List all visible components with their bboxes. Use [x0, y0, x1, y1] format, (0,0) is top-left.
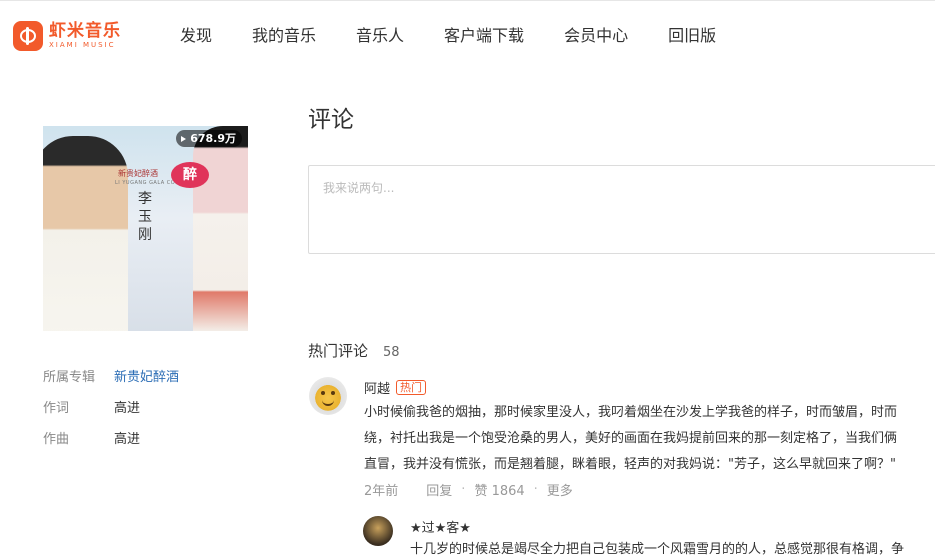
comment-line: 十几岁的时候总是竭尽全力把自己包装成一个风霜雪月的的人，总感觉那很有格调，争 — [410, 542, 905, 557]
main-nav: 发现 我的音乐 音乐人 客户端下载 会员中心 回旧版 — [180, 25, 756, 47]
hot-comments-header: 热门评论 58 — [308, 340, 400, 361]
meta-album-row: 所属专辑 新贵妃醉酒 — [43, 360, 179, 391]
meta-lyricist-label: 作词 — [43, 401, 70, 416]
meta-composer-label: 作曲 — [43, 432, 70, 447]
comment-user: 阿越 热门 — [364, 378, 427, 397]
comment-input-box — [308, 165, 935, 254]
comment-input[interactable] — [309, 166, 935, 253]
cover-artist: 李玉刚 — [138, 191, 152, 243]
comment-time: 2年前 — [364, 484, 399, 499]
meta-album-link[interactable]: 新贵妃醉酒 — [114, 366, 179, 385]
song-meta: 所属专辑 新贵妃醉酒 作词 高进 作曲 高进 — [43, 360, 179, 453]
play-count-badge: 678.9万 — [176, 130, 242, 147]
more-button[interactable]: 更多 — [547, 480, 573, 499]
avatar[interactable] — [309, 377, 347, 415]
comment-line: 绕，衬托出我是一个饱受沧桑的男人，美好的画面在我妈提前回来的那一刻定格了，当我们… — [364, 431, 898, 446]
xiami-logo[interactable]: 虾米音乐 XIAMI MUSIC — [13, 21, 121, 51]
meta-album-label: 所属专辑 — [43, 370, 96, 385]
cover-figure-left — [43, 136, 128, 331]
cover-badge: 醉 — [171, 162, 209, 188]
reply-button[interactable]: 回复 — [426, 480, 452, 499]
comment-username[interactable]: ★过★客★ — [410, 517, 471, 536]
comment-body: 小时候偷我爸的烟抽，那时候家里没人，我叼着烟坐在沙发上学我爸的样子，时而皱眉，时… — [364, 400, 935, 478]
meta-lyricist-row: 作词 高进 — [43, 391, 179, 422]
logo-name: 虾米音乐 — [49, 21, 121, 41]
nav-my-music[interactable]: 我的音乐 — [252, 25, 316, 47]
hot-comments-title: 热门评论 — [308, 342, 369, 360]
like-button[interactable]: 赞 1864 — [474, 480, 524, 499]
meta-composer-row: 作曲 高进 — [43, 422, 179, 453]
hot-badge: 热门 — [396, 380, 427, 395]
nav-discover[interactable]: 发现 — [180, 25, 212, 47]
nav-vip-center[interactable]: 会员中心 — [564, 25, 628, 47]
album-cover[interactable]: 新贵妃醉酒 LI YUGANG GALA CONCERT 醉 李玉刚 678.9… — [43, 126, 248, 331]
xiami-logo-icon — [13, 21, 43, 51]
cover-figure-right — [193, 126, 248, 331]
comment-username[interactable]: 阿越 — [364, 378, 390, 397]
cover-title: 新贵妃醉酒 — [118, 169, 158, 178]
comment-actions: 2年前 回复 · 赞 1864 · 更多 — [364, 480, 573, 499]
comment-line: 直冒，我并没有慌张，而是翘着腿，眯着眼，轻声的对我妈说："芳子，这么早就回来了啊… — [364, 457, 896, 472]
play-count: 678.9万 — [190, 132, 236, 145]
meta-composer-value: 高进 — [114, 432, 141, 447]
play-icon — [181, 135, 187, 142]
comments-title: 评论 — [308, 107, 354, 133]
meta-lyricist-value: 高进 — [114, 401, 141, 416]
nav-old-version[interactable]: 回旧版 — [668, 25, 716, 47]
top-border — [0, 0, 935, 1]
nav-musician[interactable]: 音乐人 — [356, 25, 404, 47]
separator: · — [461, 482, 466, 497]
avatar[interactable] — [363, 516, 393, 546]
hot-comments-count: 58 — [383, 345, 400, 360]
separator: · — [533, 482, 538, 497]
comment-line: 小时候偷我爸的烟抽，那时候家里没人，我叼着烟坐在沙发上学我爸的样子，时而皱眉，时… — [364, 405, 898, 420]
nav-client-download[interactable]: 客户端下载 — [444, 25, 524, 47]
logo-name-en: XIAMI MUSIC — [49, 41, 116, 49]
